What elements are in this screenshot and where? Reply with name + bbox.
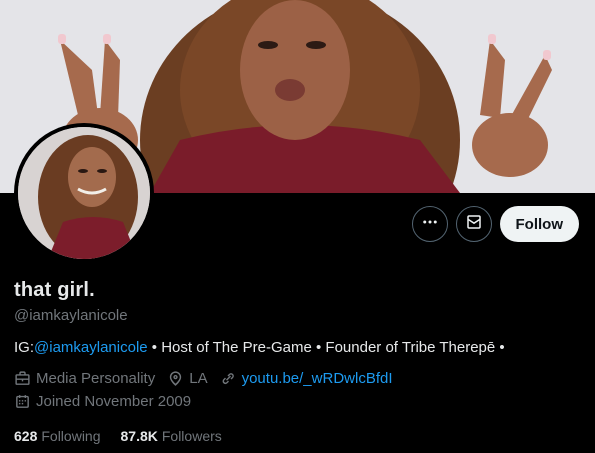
location-text: LA bbox=[189, 370, 208, 387]
follow-button[interactable]: Follow bbox=[499, 206, 579, 242]
more-icon bbox=[421, 213, 439, 236]
location-item: LA bbox=[167, 370, 208, 387]
following-link[interactable]: 628 Following bbox=[14, 428, 101, 444]
bio-mention-link[interactable]: @iamkaylanicole bbox=[34, 339, 148, 356]
user-handle: @iamkaylanicole bbox=[14, 307, 128, 324]
category-text: Media Personality bbox=[36, 370, 156, 387]
joined-text: Joined November 2009 bbox=[36, 393, 192, 410]
avatar[interactable] bbox=[14, 123, 154, 263]
envelope-icon bbox=[465, 213, 483, 236]
briefcase-icon bbox=[15, 371, 30, 385]
avatar-image bbox=[18, 127, 150, 259]
followers-label: Followers bbox=[161, 428, 222, 444]
bio: IG:@iamkaylanicole • Host of The Pre-Gam… bbox=[14, 339, 505, 356]
location-pin-icon bbox=[170, 371, 182, 386]
joined-item: Joined November 2009 bbox=[14, 393, 191, 410]
follow-stats: 628 Following 87.8K Followers bbox=[14, 428, 222, 444]
website-link[interactable]: youtu.be/_wRDwlcBfdI bbox=[242, 370, 393, 387]
message-button[interactable] bbox=[455, 206, 492, 242]
followers-link[interactable]: 87.8K Followers bbox=[121, 428, 222, 444]
category-item: Media Personality bbox=[14, 370, 155, 387]
profile-meta-joined: Joined November 2009 bbox=[14, 393, 203, 410]
profile-actions: Follow bbox=[411, 206, 579, 242]
calendar-icon bbox=[16, 395, 29, 408]
bio-prefix: IG: bbox=[14, 339, 35, 356]
profile-meta: Media Personality LA youtu.be/_wRDwlcBfd… bbox=[14, 370, 405, 387]
display-name: that girl. bbox=[14, 279, 95, 301]
more-button[interactable] bbox=[411, 206, 448, 242]
link-icon bbox=[222, 373, 234, 385]
website-item: youtu.be/_wRDwlcBfdI bbox=[220, 370, 393, 387]
followers-count: 87.8K bbox=[120, 428, 158, 444]
bio-text: • Host of The Pre-Game • Founder of Trib… bbox=[147, 339, 505, 356]
following-count: 628 bbox=[14, 428, 38, 444]
following-label: Following bbox=[41, 428, 101, 444]
